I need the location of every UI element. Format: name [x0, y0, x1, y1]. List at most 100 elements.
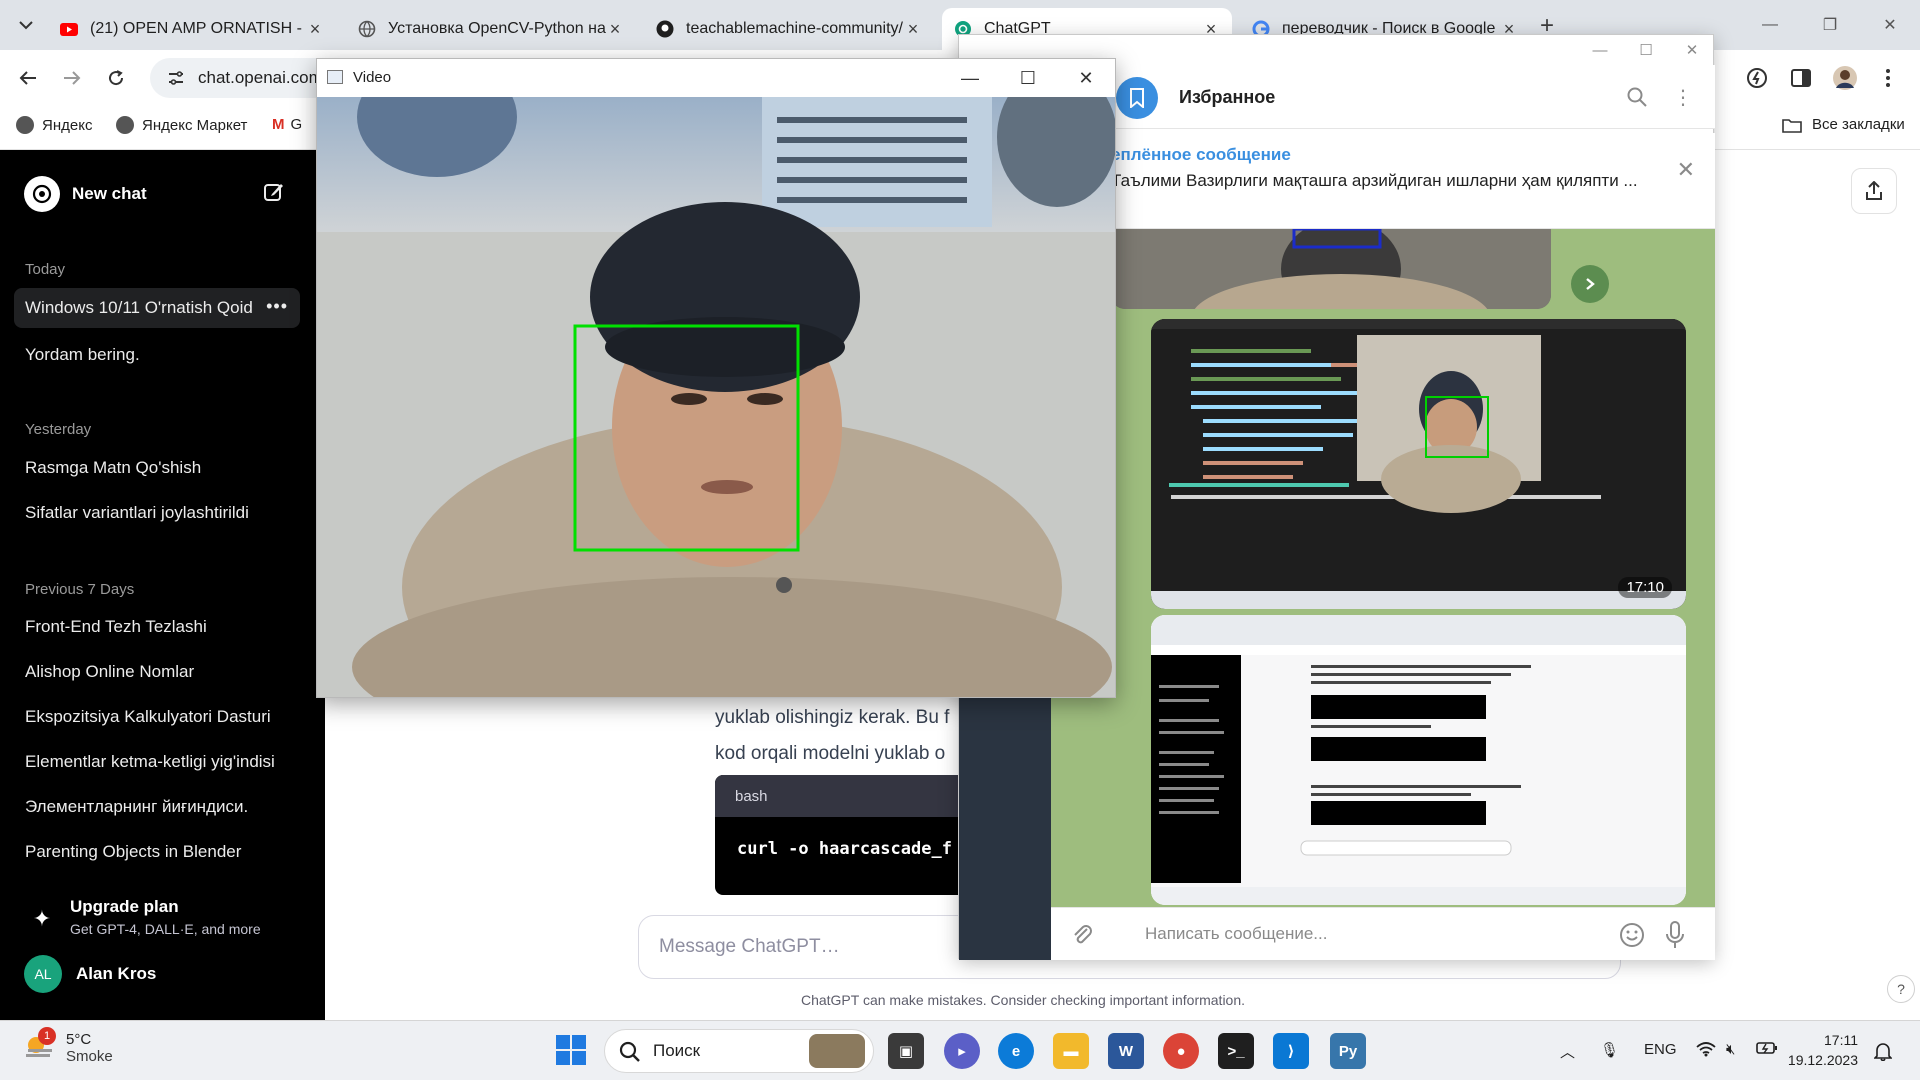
close-icon[interactable]: ✕: [1057, 59, 1115, 97]
minimize-icon[interactable]: —: [941, 59, 999, 97]
chat-item[interactable]: Parenting Objects in Blender: [14, 832, 300, 872]
chat-item[interactable]: Windows 10/11 O'rnatish Qoid •••: [14, 288, 300, 328]
temperature: 5°C: [66, 1031, 92, 1048]
tab-label: Установка OpenCV-Python на: [388, 20, 606, 37]
chat-item[interactable]: Elementlar ketma-ketligi yig'indisi: [14, 742, 300, 782]
photo-message[interactable]: [1151, 615, 1686, 905]
notification-bell-icon[interactable]: [1873, 1041, 1893, 1065]
side-panel-button[interactable]: [1781, 58, 1821, 98]
word-icon[interactable]: W: [1108, 1033, 1144, 1069]
maximize-icon[interactable]: ☐: [999, 59, 1057, 97]
paperclip-icon[interactable]: [1071, 922, 1093, 949]
tab-github[interactable]: teachablemachine-community/ ×: [644, 8, 934, 50]
globe-icon: [116, 116, 134, 134]
bookmark-gmail[interactable]: M G: [272, 116, 302, 133]
close-tab-icon[interactable]: ×: [606, 19, 624, 40]
globe-icon: [358, 20, 376, 38]
language-indicator[interactable]: ENG: [1644, 1041, 1677, 1058]
search-icon[interactable]: [1625, 85, 1649, 109]
chevron-down-icon: [19, 21, 33, 30]
taskbar-search[interactable]: Поиск: [604, 1029, 874, 1073]
chat-item[interactable]: Alishop Online Nomlar: [14, 652, 300, 692]
tab-youtube[interactable]: (21) OPEN AMP ORNATISH - Yo ×: [48, 8, 336, 50]
help-button[interactable]: ?: [1887, 975, 1915, 1003]
chat-title[interactable]: Избранное: [1179, 87, 1275, 108]
file-explorer-icon[interactable]: ▬: [1053, 1033, 1089, 1069]
edit-icon[interactable]: [264, 182, 284, 205]
photo-message[interactable]: 17:10: [1151, 319, 1686, 609]
new-chat-button[interactable]: New chat: [24, 174, 284, 214]
chat-item-label: Elementlar ketma-ketligi yig'indisi: [25, 752, 275, 771]
chat-item[interactable]: Yordam bering.: [14, 335, 300, 375]
photo-message[interactable]: [1111, 229, 1551, 309]
tab-search-button[interactable]: [8, 8, 44, 42]
chat-item[interactable]: Rasmga Matn Qo'shish: [14, 448, 300, 488]
close-icon[interactable]: ✕: [1860, 0, 1920, 50]
chat-item[interactable]: Ekspozitsiya Kalkulyatori Dasturi: [14, 697, 300, 737]
maximize-icon[interactable]: ☐: [1623, 35, 1669, 65]
vscode-icon[interactable]: ⟩: [1273, 1033, 1309, 1069]
more-options-icon[interactable]: •••: [266, 296, 288, 317]
share-button[interactable]: [1851, 168, 1897, 214]
chat-item[interactable]: Front-End Tezh Tezlashi: [14, 607, 300, 647]
forward-icon[interactable]: [1571, 265, 1609, 303]
forward-button[interactable]: [52, 58, 92, 98]
teams-icon[interactable]: ▸: [944, 1033, 980, 1069]
back-button[interactable]: [8, 58, 48, 98]
upgrade-plan-button[interactable]: ✦ Upgrade plan Get GPT-4, DALL·E, and mo…: [24, 895, 304, 945]
video-titlebar[interactable]: Video — ☐ ✕: [317, 59, 1115, 97]
gmail-icon: M: [272, 116, 285, 133]
terminal-icon[interactable]: >_: [1218, 1033, 1254, 1069]
pinned-title: еплённое сообщение: [1111, 145, 1291, 164]
browser-menu-button[interactable]: [1868, 58, 1908, 98]
bookmark-yandex-market[interactable]: Яндекс Маркет: [116, 116, 247, 134]
tab-opencv[interactable]: Установка OpenCV-Python на ×: [346, 8, 636, 50]
site-info-icon[interactable]: [166, 68, 186, 88]
task-view-icon[interactable]: ▣: [888, 1033, 924, 1069]
chat-item[interactable]: Sifatlar variantlari joylashtirildi: [14, 493, 300, 533]
close-icon[interactable]: ✕: [1677, 157, 1695, 183]
reload-icon: [109, 70, 124, 86]
section-previous-7-days: Previous 7 Days: [25, 581, 135, 598]
reload-button[interactable]: [96, 58, 136, 98]
close-icon[interactable]: ✕: [1669, 35, 1715, 65]
telegram-message-input[interactable]: Написать сообщение...: [1051, 907, 1715, 960]
maximize-icon[interactable]: ❐: [1800, 0, 1860, 50]
profile-button[interactable]: [1825, 58, 1865, 98]
windows-taskbar: 1 5°C Smoke Поиск ▣ ▸ e ▬ W ● >_ ⟩ Py ︿ …: [0, 1020, 1920, 1080]
bookmark-yandex[interactable]: Яндекс: [16, 116, 92, 134]
minimize-icon[interactable]: —: [1577, 35, 1623, 65]
openai-logo-icon: [24, 176, 60, 212]
windows-start-icon[interactable]: [556, 1035, 586, 1065]
sparkle-icon: ✦: [32, 906, 52, 931]
window-icon: [327, 70, 343, 84]
assistant-text-line: yuklab olishingiz kerak. Bu f: [715, 707, 950, 728]
video-window-controls: — ☐ ✕: [941, 59, 1115, 97]
close-tab-icon[interactable]: ×: [306, 19, 324, 40]
microphone-icon[interactable]: [1665, 921, 1685, 952]
user-menu[interactable]: AL Alan Kros: [24, 955, 156, 993]
close-tab-icon[interactable]: ×: [904, 19, 922, 40]
battery-icon[interactable]: [1756, 1041, 1778, 1059]
kebab-menu-icon[interactable]: ⋮: [1671, 85, 1695, 109]
chat-item-label: Rasmga Matn Qo'shish: [25, 458, 202, 477]
bookmark-icon[interactable]: [1116, 77, 1158, 119]
microphone-icon[interactable]: 🎙︎: [1600, 1041, 1619, 1059]
chat-item[interactable]: Элементларнинг йиғиндиси.: [14, 787, 300, 827]
chrome-icon[interactable]: ●: [1163, 1033, 1199, 1069]
volume-muted-icon[interactable]: 🔇︎: [1726, 1041, 1735, 1058]
python-icon[interactable]: Py: [1330, 1033, 1366, 1069]
system-clock[interactable]: 17:11 19.12.2023: [1788, 1030, 1858, 1070]
opencv-video-window: Video — ☐ ✕: [316, 58, 1116, 698]
disclaimer-text: ChatGPT can make mistakes. Consider chec…: [800, 992, 1246, 1008]
chevron-up-icon[interactable]: ︿: [1560, 1041, 1575, 1062]
globe-icon: [16, 116, 34, 134]
extension-button[interactable]: [1737, 58, 1777, 98]
emoji-icon[interactable]: [1619, 922, 1645, 951]
edge-icon[interactable]: e: [998, 1033, 1034, 1069]
wifi-icon[interactable]: [1696, 1041, 1716, 1061]
all-bookmarks[interactable]: Все закладки: [1782, 116, 1905, 133]
pinned-message-bar[interactable]: еплённое сообщение Таълими Вазирлиги мақ…: [1111, 133, 1715, 229]
weather-widget[interactable]: 1 5°C Smoke: [24, 1027, 113, 1065]
minimize-icon[interactable]: —: [1740, 0, 1800, 50]
